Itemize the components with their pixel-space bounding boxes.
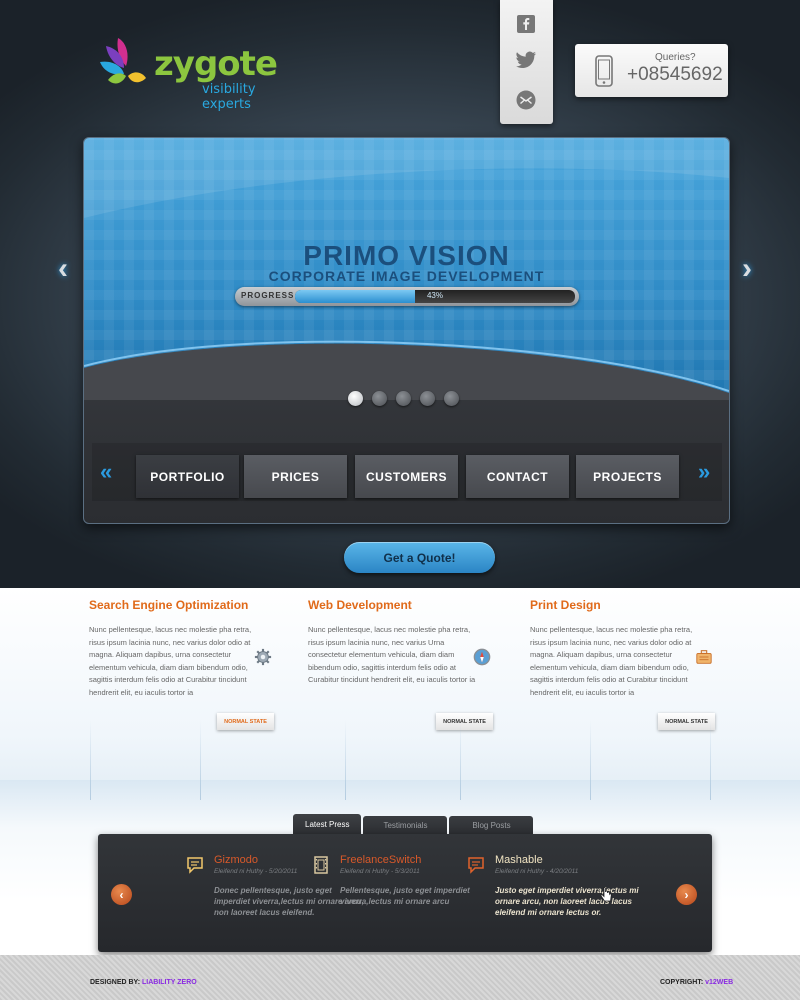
designed-by-label: DESIGNED BY: — [90, 979, 141, 986]
speech-bubble-icon — [187, 857, 203, 874]
contact-phone-box[interactable]: Queries? +08545692 — [575, 44, 728, 97]
gear-icon — [254, 648, 272, 666]
brand-name: zygote — [154, 44, 278, 84]
service-seo: Search Engine Optimization Nunc pellente… — [89, 598, 289, 699]
get-quote-button[interactable]: Get a Quote! — [344, 542, 495, 573]
nav-item-projects[interactable]: PROJECTS — [576, 455, 679, 498]
social-bar — [500, 0, 553, 124]
copyright: COPYRIGHT: v12WEB — [660, 979, 733, 986]
service-text: Nunc pellentesque, lacus nec molestie ph… — [308, 625, 476, 684]
divider — [345, 720, 346, 800]
seo-normal-state-button[interactable]: NORMAL STATE — [217, 713, 274, 730]
briefcase-icon — [696, 650, 712, 664]
nav-item-prices[interactable]: PRICES — [244, 455, 347, 498]
news-excerpt: Justo eget imperdiet viverra,lectus mi o… — [495, 886, 639, 917]
service-text: Nunc pellentesque, lacus nec molestie ph… — [89, 625, 252, 697]
web-normal-state-button[interactable]: NORMAL STATE — [436, 713, 493, 730]
progress-bar: PROGRESS 43% — [235, 287, 579, 306]
slider-dot-3[interactable] — [396, 391, 411, 406]
image-slider: PRIMO VISION CORPORATE IMAGE DEVELOPMENT… — [83, 137, 730, 524]
news-panel: ‹ Gizmodo Eleifend ni Huthy - 5/20/2011 … — [98, 834, 712, 952]
service-text: Nunc pellentesque, lacus nec molestie ph… — [530, 625, 693, 697]
divider — [90, 720, 91, 800]
service-title: Print Design — [530, 598, 601, 612]
divider — [460, 720, 461, 800]
queries-label: Queries? — [655, 52, 696, 63]
slide-subtitle: CORPORATE IMAGE DEVELOPMENT — [268, 268, 545, 284]
news-meta: Eleifend ni Huthy - 4/20/2011 — [495, 868, 579, 875]
news-item-mashable[interactable]: Mashable Eleifend ni Huthy - 4/20/2011 J… — [468, 854, 645, 918]
speech-bubble-icon — [468, 857, 484, 874]
slider-dot-5[interactable] — [444, 391, 459, 406]
copyright-label: COPYRIGHT: — [660, 979, 704, 986]
service-title: Web Development — [308, 598, 412, 612]
nav-prev-button[interactable]: « — [100, 459, 112, 485]
nav-item-portfolio[interactable]: PORTFOLIO — [136, 455, 239, 498]
main-nav: « PORTFOLIO PRICES CUSTOMERS CONTACT PRO… — [92, 443, 722, 501]
phone-icon — [595, 55, 613, 87]
copyright-link[interactable]: v12WEB — [705, 979, 733, 986]
nav-item-customers[interactable]: CUSTOMERS — [355, 455, 458, 498]
brand-tagline: visibility experts — [202, 82, 256, 112]
hand-cursor-icon — [600, 887, 612, 902]
news-tabs: Latest Press Testimonials Blog Posts — [293, 814, 534, 836]
logo-mark-icon — [100, 38, 146, 84]
slider-dot-4[interactable] — [420, 391, 435, 406]
slider-next-button[interactable]: › — [734, 252, 760, 285]
slider-dot-2[interactable] — [372, 391, 387, 406]
print-normal-state-button[interactable]: NORMAL STATE — [658, 713, 715, 730]
service-web-development: Web Development Nunc pellentesque, lacus… — [308, 598, 508, 687]
progress-label: PROGRESS — [241, 291, 295, 300]
designer-link[interactable]: LIABILITY ZERO — [142, 979, 197, 986]
email-icon[interactable] — [514, 88, 538, 112]
tab-blog-posts[interactable]: Blog Posts — [449, 816, 534, 835]
news-next-button[interactable]: › — [676, 884, 697, 905]
divider — [590, 720, 591, 800]
tab-latest-press[interactable]: Latest Press — [293, 814, 362, 835]
service-print-design: Print Design Nunc pellentesque, lacus ne… — [530, 598, 730, 699]
divider — [710, 720, 711, 800]
progress-percent: 43% — [426, 291, 443, 300]
hero-section: zygote visibility experts Queries? +0854… — [0, 0, 800, 588]
slider-prev-button[interactable]: ‹ — [50, 252, 76, 285]
progress-track: 43% — [295, 290, 575, 303]
slide-banner: PRIMO VISION CORPORATE IMAGE DEVELOPMENT… — [84, 138, 729, 400]
news-excerpt: Pellentesque, justo eget imperdiet viver… — [340, 886, 470, 906]
nav-next-button[interactable]: » — [698, 459, 710, 485]
site-logo[interactable]: zygote visibility experts — [96, 34, 306, 112]
slider-pagination — [348, 391, 459, 407]
phone-number: +08545692 — [627, 64, 723, 85]
service-title: Search Engine Optimization — [89, 598, 249, 612]
nav-item-contact[interactable]: CONTACT — [466, 455, 569, 498]
footer: DESIGNED BY: LIABILITY ZERO COPYRIGHT: v… — [0, 955, 800, 1000]
film-strip-icon — [314, 856, 328, 874]
twitter-icon[interactable] — [514, 48, 538, 72]
compass-icon — [473, 648, 491, 666]
slider-dot-1[interactable] — [348, 391, 363, 406]
news-prev-button[interactable]: ‹ — [111, 884, 132, 905]
tab-testimonials[interactable]: Testimonials — [363, 816, 448, 835]
divider — [200, 720, 201, 800]
news-title: Mashable — [495, 854, 543, 866]
facebook-icon[interactable] — [514, 12, 538, 36]
designer-credit: DESIGNED BY: LIABILITY ZERO — [90, 979, 197, 986]
